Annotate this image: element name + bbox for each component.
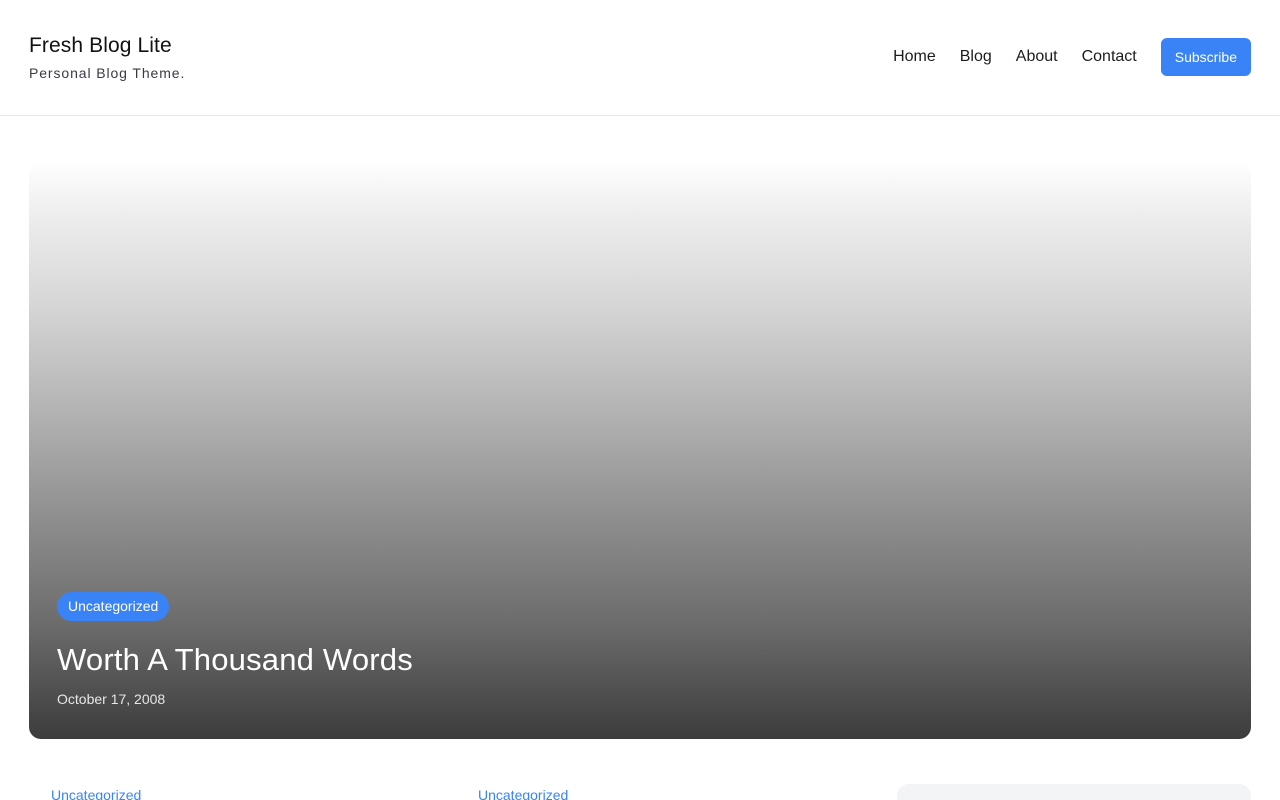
hero-post-date: October 17, 2008 — [57, 691, 166, 707]
site-header: Fresh Blog Lite Personal Blog Theme. Hom… — [0, 0, 1280, 116]
nav-item-blog[interactable]: Blog — [960, 38, 992, 76]
nav-item-contact[interactable]: Contact — [1082, 38, 1137, 76]
site-branding: Fresh Blog Lite Personal Blog Theme. — [29, 33, 185, 82]
primary-navigation: Home Blog About Contact Subscribe — [893, 38, 1251, 76]
post-card-category-link[interactable]: Uncategorized — [51, 786, 141, 800]
site-tagline: Personal Blog Theme. — [29, 65, 186, 81]
featured-post-hero[interactable]: Uncategorized Worth A Thousand Words Oct… — [29, 160, 1251, 739]
sidebar-widget — [897, 784, 1251, 800]
nav-item-home[interactable]: Home — [893, 38, 936, 76]
post-card-category-link[interactable]: Uncategorized — [478, 786, 568, 800]
subscribe-button[interactable]: Subscribe — [1160, 38, 1251, 76]
hero-post-title[interactable]: Worth A Thousand Words — [57, 640, 413, 680]
hero-category-badge[interactable]: Uncategorized — [57, 592, 170, 621]
nav-item-about[interactable]: About — [1016, 38, 1058, 76]
site-title[interactable]: Fresh Blog Lite — [29, 33, 185, 59]
